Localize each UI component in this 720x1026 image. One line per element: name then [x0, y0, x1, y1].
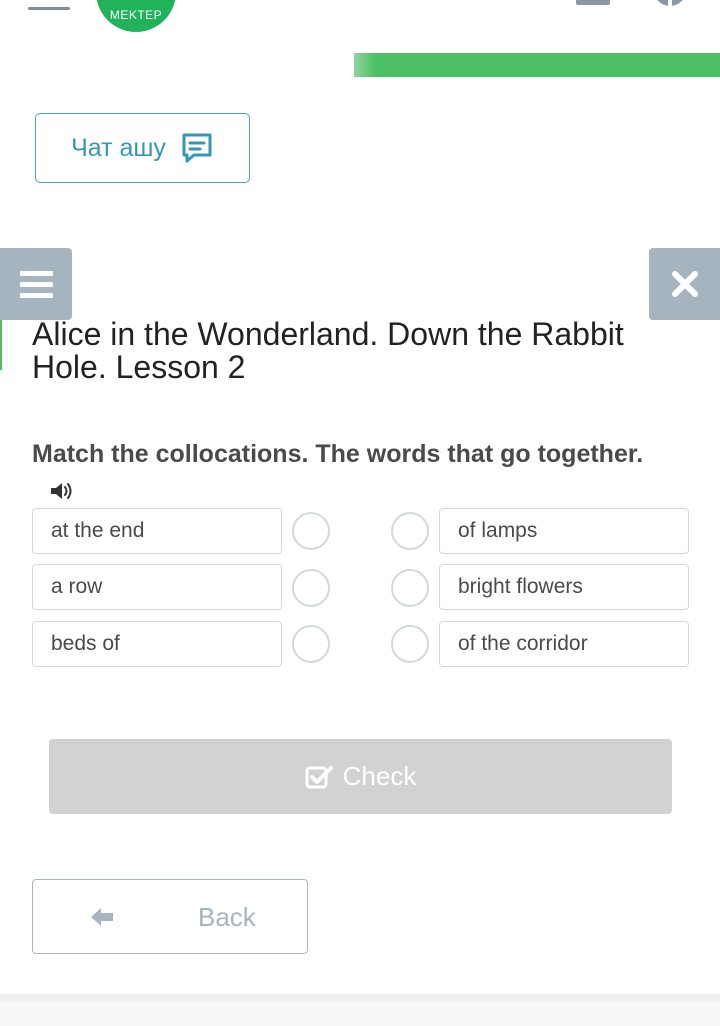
- check-square-icon: [305, 765, 333, 788]
- open-chat-button[interactable]: Чат ашу: [35, 113, 250, 183]
- menu-icon-line: [19, 270, 53, 276]
- match-left-item-2[interactable]: a row: [32, 564, 282, 610]
- match-right-radio-2[interactable]: [391, 569, 429, 607]
- match-left-item-1[interactable]: at the end: [32, 508, 282, 554]
- header-menu-icon[interactable]: [28, 0, 70, 12]
- match-left-radio-1[interactable]: [292, 512, 330, 550]
- close-lesson-button[interactable]: [649, 248, 720, 320]
- match-right-item-3[interactable]: of the corridor: [439, 621, 689, 667]
- close-icon: [671, 271, 698, 297]
- match-right-item-2[interactable]: bright flowers: [439, 564, 689, 610]
- header-user-icon[interactable]: [576, 0, 610, 5]
- match-right-item-1[interactable]: of lamps: [439, 508, 689, 554]
- task-instruction: Match the collocations. The words that g…: [32, 440, 644, 468]
- match-left-item-3[interactable]: beds of: [32, 621, 282, 667]
- match-left-radio-2[interactable]: [292, 569, 330, 607]
- site-logo[interactable]: MEKTEP: [96, 0, 176, 32]
- check-button-label: Check: [342, 761, 417, 791]
- chat-icon: [182, 133, 212, 163]
- menu-icon-line: [19, 292, 53, 298]
- logo-text: MEKTEP: [109, 8, 163, 22]
- left-accent-line: [0, 320, 2, 370]
- lesson-menu-button[interactable]: [0, 248, 72, 320]
- language-globe-icon[interactable]: [654, 0, 686, 6]
- match-right-radio-1[interactable]: [391, 512, 429, 550]
- back-button-label: Back: [198, 902, 256, 932]
- arrow-left-icon: [91, 908, 113, 926]
- chat-button-label: Чат ашу: [71, 133, 166, 162]
- lesson-progress-bar: [354, 53, 720, 77]
- check-button[interactable]: Check: [49, 739, 672, 814]
- match-right-radio-3[interactable]: [391, 625, 429, 663]
- speaker-icon[interactable]: [49, 480, 75, 502]
- match-left-radio-3[interactable]: [292, 625, 330, 663]
- menu-icon-line: [19, 281, 53, 287]
- progress-fill: [354, 53, 720, 77]
- lesson-title: Alice in the Wonderland. Down the Rabbit…: [32, 316, 624, 385]
- back-button[interactable]: Back: [32, 879, 308, 954]
- footer-band: [0, 994, 720, 1026]
